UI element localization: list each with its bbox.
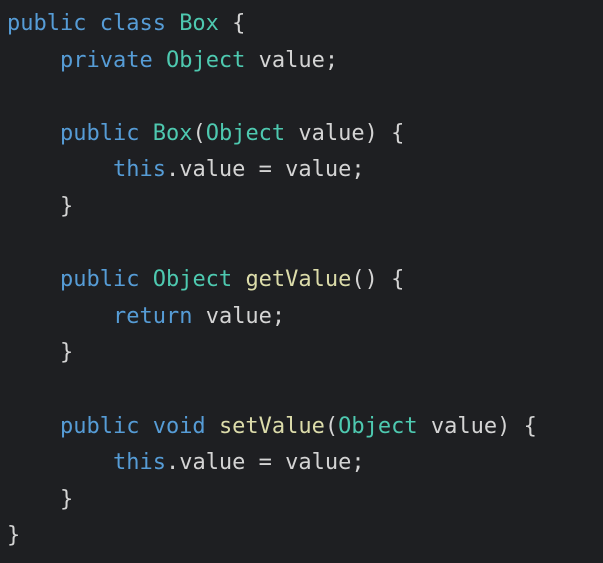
code-token: return	[112, 303, 193, 329]
code-token: private	[59, 47, 166, 73]
code-token: public void	[59, 413, 219, 439]
code-line: }	[7, 518, 537, 555]
code-token: () {	[351, 267, 405, 293]
code-line: public Object getValue() {	[7, 262, 537, 299]
code-line: this.value = value;	[7, 152, 537, 189]
code-token: this	[112, 450, 166, 476]
code-line: }	[7, 189, 537, 226]
code-token: setValue	[218, 413, 325, 439]
code-line: private Object value;	[7, 43, 537, 80]
code-line: public Box(Object value) {	[7, 116, 537, 153]
code-token: }	[7, 523, 21, 549]
code-line: public class Box {	[7, 6, 537, 43]
code-line: return value;	[7, 299, 537, 336]
code-token: }	[7, 340, 74, 366]
code-token: value;	[245, 47, 339, 73]
code-token: public class	[7, 11, 180, 36]
code-token: }	[7, 486, 74, 512]
code-token: Object	[165, 47, 246, 73]
code-token: Object	[152, 267, 233, 293]
code-token: value) {	[417, 413, 537, 439]
code-line: public void setValue(Object value) {	[7, 409, 537, 446]
code-token: value) {	[285, 120, 405, 146]
code-token: Box	[152, 120, 193, 146]
code-token: public	[59, 267, 153, 293]
code-token: Object	[338, 413, 418, 439]
code-token: public	[59, 120, 153, 146]
code-token: .value = value;	[165, 450, 365, 476]
code-token: .value = value;	[165, 157, 365, 183]
code-token: Object	[205, 120, 286, 146]
code-token: this	[112, 157, 166, 183]
code-token: Box	[179, 11, 219, 36]
code-line: }	[7, 335, 537, 372]
code-token: }	[7, 193, 74, 219]
code-token: value;	[192, 303, 286, 329]
code-line: }	[7, 482, 537, 519]
code-token: (	[192, 120, 206, 146]
code-token: (	[324, 413, 339, 439]
code-editor: public class Box { private Object value;…	[7, 6, 537, 555]
code-token: getValue	[245, 267, 352, 293]
code-line: this.value = value;	[7, 445, 537, 482]
code-token: {	[218, 11, 246, 36]
